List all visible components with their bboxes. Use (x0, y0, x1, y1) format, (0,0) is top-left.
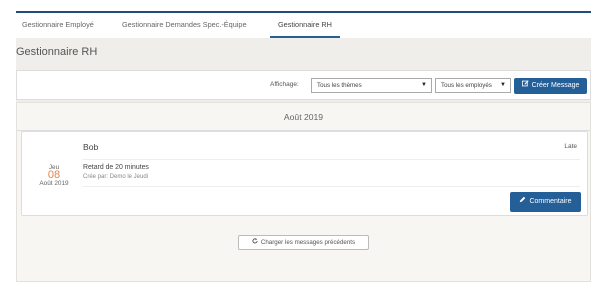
tab-gestionnaire-employe[interactable]: Gestionnaire Employé (22, 13, 94, 38)
filter-label: Affichage: (270, 81, 299, 88)
tab-gestionnaire-demandes[interactable]: Gestionnaire Demandes Spec.-Équipe (122, 13, 247, 38)
page-title: Gestionnaire RH (16, 46, 98, 58)
date-month-year: Août 2019 (39, 180, 69, 187)
theme-select[interactable]: Tous les thèmes ▼ (311, 78, 432, 93)
employee-select[interactable]: Tous les employés ▼ (435, 78, 511, 93)
month-header: Août 2019 (283, 112, 324, 122)
filter-bar: Affichage: Tous les thèmes ▼ Tous les em… (16, 70, 591, 100)
message-created-by: Crée par: Demo le Jeudi (83, 174, 149, 180)
load-previous-label: Charger les messages précédents (260, 239, 356, 246)
divider (83, 159, 580, 160)
theme-select-value: Tous les thèmes (317, 82, 362, 89)
tab-bar: Gestionnaire Employé Gestionnaire Demand… (16, 13, 591, 38)
load-previous-button[interactable]: Charger les messages précédents (238, 235, 369, 250)
message-feed: Août 2019 Jeu 08 Août 2019 Bob Late Reta… (16, 102, 591, 282)
message-text: Retard de 20 minutes (83, 164, 149, 171)
tab-gestionnaire-rh[interactable]: Gestionnaire RH (270, 13, 340, 38)
create-message-button[interactable]: Créer Message (514, 78, 587, 94)
message-card: Jeu 08 Août 2019 Bob Late Retard de 20 m… (21, 131, 588, 216)
dropdown-arrow-icon: ▼ (500, 82, 506, 88)
dropdown-arrow-icon: ▼ (421, 82, 427, 88)
refresh-icon (252, 236, 258, 249)
message-author: Bob (83, 142, 99, 152)
employee-select-value: Tous les employés (441, 82, 492, 89)
divider (83, 186, 580, 187)
edit-icon (521, 78, 529, 93)
main-panel: Gestionnaire RH Affichage: Tous les thèm… (16, 38, 591, 282)
pencil-icon (519, 192, 526, 212)
message-tag: Late (564, 143, 577, 150)
comment-button[interactable]: Commentaire (510, 192, 581, 212)
create-message-label: Créer Message (531, 82, 580, 89)
comment-button-label: Commentaire (529, 198, 572, 205)
